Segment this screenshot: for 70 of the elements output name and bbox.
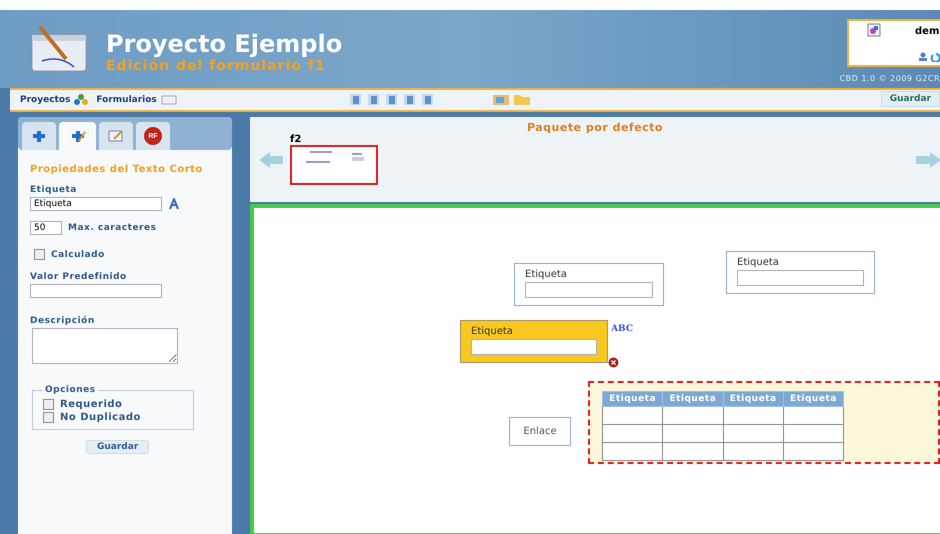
table-cell [602,442,663,460]
close-icon[interactable] [608,357,619,368]
input-field[interactable] [737,270,864,286]
column-header: Etiqueta [723,392,784,406]
group-title: Opciones [44,385,97,395]
table-cell [662,424,723,442]
column-header: Etiqueta [783,392,844,406]
left-arrow-icon[interactable] [258,151,284,169]
project-title: Proyecto Ejemplo [106,30,342,58]
layout-icon[interactable] [422,94,433,105]
table-cell [602,424,663,442]
input-field[interactable]: 50 [30,221,62,235]
note-icon [108,129,124,143]
input-field[interactable] [471,339,597,355]
type-label: ABC [611,324,633,334]
menu-item[interactable]: Formularios [96,94,179,106]
table-cell [783,442,844,460]
right-arrow-icon[interactable] [916,151,940,169]
field-label: Etiqueta [30,185,78,195]
table-cell [662,406,723,424]
checkbox[interactable] [43,412,54,423]
field-label: Etiqueta [525,269,568,280]
save-button[interactable]: Guardar [86,440,150,454]
cubes-icon [74,94,88,106]
panel-tab[interactable] [22,122,56,150]
table-cell [662,442,723,460]
field-label: Etiqueta [737,257,780,268]
form-thumbnail[interactable] [290,145,378,185]
table-cell [723,406,784,424]
column-header: Etiqueta [662,392,723,406]
text-area[interactable] [32,328,178,364]
table-cell [783,424,844,442]
checkbox[interactable] [43,399,54,410]
field-label: Etiqueta [471,326,514,337]
table-cell [723,442,784,460]
copyright-text: CBD 1.0 © 2009 G2CR [840,74,940,83]
field-label: Max. caracteres [68,223,156,233]
table-cell [723,424,784,442]
table-cell [783,406,844,424]
menu-item[interactable]: Proyectos [20,94,88,106]
form-subtitle: Edición del formulario f1 [106,58,327,74]
checkbox[interactable] [34,249,45,260]
layout-icon[interactable] [386,94,397,105]
checkbox-label: No Duplicado [60,412,141,423]
font-icon[interactable] [168,198,180,210]
checkbox-label: Calculado [51,250,105,260]
layout-icon[interactable] [368,94,379,105]
table-cell [602,406,663,424]
layout-icon[interactable] [404,94,415,105]
form-field[interactable]: Etiqueta [726,251,875,294]
layout-icon[interactable] [350,94,361,105]
input-field[interactable]: Etiqueta [30,197,162,211]
user-name: dem [915,26,940,37]
package-title: Paquete por defecto [526,120,664,134]
link-widget[interactable]: Enlace [509,417,571,446]
field-label: Valor Predefinido [30,272,128,282]
save-button[interactable]: Guardar [880,91,940,107]
checkbox-label: Requerido [60,399,122,410]
input-field[interactable] [525,282,653,298]
input-field[interactable] [30,284,162,298]
window-icon [160,94,179,106]
user-icon[interactable] [918,52,940,62]
field-label: Descripción [30,316,96,326]
panel-tab[interactable] [99,122,133,150]
panel-heading: Propiedades del Texto Corto [30,164,204,175]
panel-tab[interactable] [59,122,96,150]
form-field[interactable]: Etiqueta [514,263,664,306]
column-header: Etiqueta [602,392,663,406]
image-icon [867,23,881,37]
form-name: f2 [290,134,302,145]
